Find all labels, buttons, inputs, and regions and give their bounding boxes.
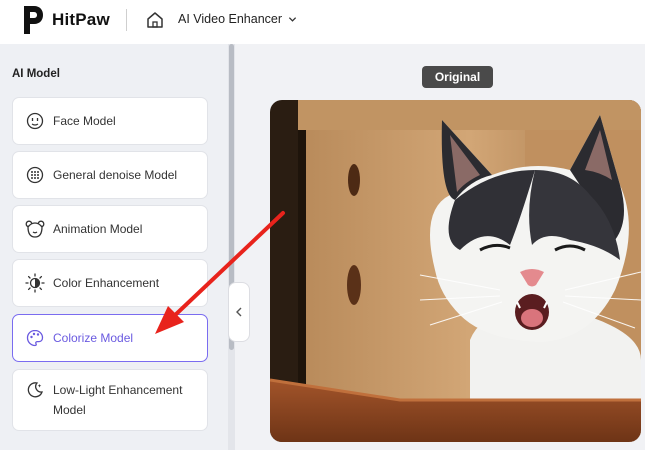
preview-image — [270, 100, 641, 442]
app-selector-label: AI Video Enhancer — [178, 12, 283, 26]
brand-name: HitPaw — [52, 10, 110, 29]
model-label: Low-Light Enhancement Model — [53, 383, 183, 417]
denoise-icon — [25, 165, 45, 185]
model-face[interactable]: Face Model — [12, 97, 208, 145]
model-label: Animation Model — [53, 222, 143, 236]
chevron-left-icon — [236, 307, 242, 317]
home-icon[interactable] — [146, 11, 164, 29]
face-icon — [25, 111, 45, 131]
bear-icon — [25, 219, 45, 239]
sun-icon — [25, 273, 45, 293]
model-label: Colorize Model — [53, 331, 134, 345]
hitpaw-logo — [24, 6, 43, 34]
moon-icon — [25, 380, 45, 400]
model-label: Face Model — [53, 114, 116, 128]
model-sidebar: AI Model Face Model General denoise Mode… — [0, 44, 228, 450]
sidebar-scrollbar[interactable] — [228, 44, 235, 450]
collapse-sidebar-button[interactable] — [228, 282, 250, 342]
sidebar-title: AI Model — [12, 68, 60, 80]
top-bar: HitPaw AI Video Enhancer — [0, 0, 645, 44]
original-badge: Original — [422, 66, 493, 88]
model-label: Color Enhancement — [53, 276, 160, 290]
model-label: General denoise Model — [53, 168, 178, 182]
palette-icon — [25, 328, 45, 348]
header-divider — [126, 9, 127, 31]
model-general-denoise[interactable]: General denoise Model — [12, 151, 208, 199]
model-colorize[interactable]: Colorize Model — [12, 314, 208, 362]
model-color-enhancement[interactable]: Color Enhancement — [12, 259, 208, 307]
app-selector[interactable]: AI Video Enhancer — [178, 12, 297, 26]
model-low-light[interactable]: Low-Light Enhancement Model — [12, 369, 208, 431]
model-animation[interactable]: Animation Model — [12, 205, 208, 253]
chevron-down-icon — [288, 16, 297, 22]
